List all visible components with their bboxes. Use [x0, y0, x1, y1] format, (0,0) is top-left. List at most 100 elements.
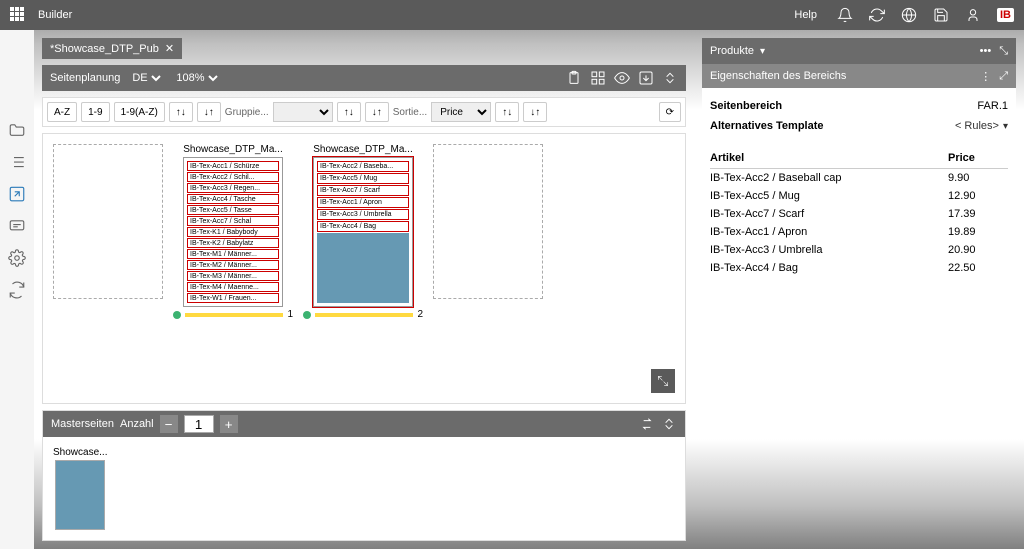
gear-icon[interactable]: [7, 248, 27, 268]
refresh-button[interactable]: ⟳: [659, 102, 681, 122]
cell-price: 12.90: [948, 190, 1008, 202]
grid-icon[interactable]: [590, 70, 606, 86]
divider-icon: ⋮: [980, 70, 991, 83]
page-item: IB-Tex-Acc4 / Bag: [317, 221, 409, 232]
refresh-icon[interactable]: [869, 7, 885, 23]
clipboard-icon[interactable]: [566, 70, 582, 86]
cell-price: 19.89: [948, 226, 1008, 238]
user-icon[interactable]: [965, 7, 981, 23]
increment-button[interactable]: +: [220, 415, 238, 433]
page-item: IB-Tex-Acc2 / Schil...: [187, 172, 279, 182]
sort-asc-icon[interactable]: ↑↓: [169, 102, 193, 122]
left-rail: [0, 30, 34, 549]
sync-icon[interactable]: [7, 280, 27, 300]
eye-icon[interactable]: [614, 70, 630, 86]
cell-artikel: IB-Tex-Acc3 / Umbrella: [710, 244, 948, 256]
page-number: 1: [287, 309, 293, 320]
masters-title: Masterseiten: [51, 418, 114, 430]
export-icon[interactable]: [7, 184, 27, 204]
expand-icon[interactable]: ⤢: [999, 70, 1008, 83]
group-select[interactable]: [273, 102, 333, 122]
sort-label: Sortie...: [393, 107, 427, 118]
col-price: Price: [948, 152, 1008, 164]
empty-page-slot[interactable]: [53, 144, 163, 299]
master-label: Showcase...: [53, 447, 107, 458]
cell-artikel: IB-Tex-Acc5 / Mug: [710, 190, 948, 202]
bell-icon[interactable]: [837, 7, 853, 23]
table-row[interactable]: IB-Tex-Acc3 / Umbrella20.90: [710, 241, 1008, 259]
page-number: 2: [417, 309, 423, 320]
group-asc-icon[interactable]: ↑↓: [337, 102, 361, 122]
status-dot: [303, 311, 311, 319]
page-item: IB-Tex-Acc1 / Apron: [317, 197, 409, 208]
col-artikel: Artikel: [710, 152, 948, 164]
cell-artikel: IB-Tex-Acc4 / Bag: [710, 262, 948, 274]
page-canvas: Showcase_DTP_Ma...IB-Tex-Acc1 / SchürzeI…: [42, 133, 686, 404]
page-thumb[interactable]: IB-Tex-Acc2 / Baseba...IB-Tex-Acc5 / Mug…: [313, 157, 413, 307]
props-header: Eigenschaften des Bereichs ⋮ ⤢: [702, 64, 1016, 88]
status-bar: [185, 313, 283, 317]
group-desc-icon[interactable]: ↓↑: [365, 102, 389, 122]
master-item[interactable]: Showcase...: [53, 447, 107, 530]
swap-icon[interactable]: [639, 416, 655, 432]
chevron-down-icon[interactable]: ▾: [760, 46, 765, 57]
expand-icon[interactable]: [651, 369, 675, 393]
sort-az[interactable]: A-Z: [47, 102, 77, 122]
status-dot: [173, 311, 181, 319]
table-row[interactable]: IB-Tex-Acc4 / Bag22.50: [710, 259, 1008, 277]
group-label: Gruppie...: [225, 107, 269, 118]
page-item: IB-Tex-Acc5 / Mug: [317, 173, 409, 184]
collapse-icon[interactable]: ⤡: [999, 45, 1008, 58]
close-icon[interactable]: ✕: [165, 42, 174, 55]
sort-19[interactable]: 1-9: [81, 102, 109, 122]
zoom-select[interactable]: 108%: [172, 71, 221, 85]
section-value: FAR.1: [977, 100, 1008, 112]
empty-page-slot[interactable]: [433, 144, 543, 299]
save-icon[interactable]: [933, 7, 949, 23]
app-menu-icon[interactable]: [10, 7, 26, 23]
globe-icon[interactable]: [901, 7, 917, 23]
count-label: Anzahl: [120, 418, 154, 430]
page-item: IB-Tex-Acc3 / Umbrella: [317, 209, 409, 220]
planning-header: Seitenplanung DE 108%: [42, 65, 686, 91]
count-input[interactable]: [184, 415, 214, 433]
page-thumb[interactable]: IB-Tex-Acc1 / SchürzeIB-Tex-Acc2 / Schil…: [183, 157, 283, 307]
document-tab[interactable]: *Showcase_DTP_Pub ✕: [42, 38, 182, 59]
field-asc-icon[interactable]: ↑↓: [495, 102, 519, 122]
products-title: Produkte: [710, 45, 754, 57]
decrement-button[interactable]: −: [160, 415, 178, 433]
table-row[interactable]: IB-Tex-Acc5 / Mug12.90: [710, 187, 1008, 205]
cell-artikel: IB-Tex-Acc1 / Apron: [710, 226, 948, 238]
lang-select[interactable]: DE: [128, 71, 164, 85]
help-link[interactable]: Help: [794, 9, 821, 21]
table-row[interactable]: IB-Tex-Acc7 / Scarf17.39: [710, 205, 1008, 223]
import-icon[interactable]: [638, 70, 654, 86]
sort-mixed[interactable]: 1-9(A-Z): [114, 102, 165, 122]
page-item: IB-Tex-M4 / Maenne...: [187, 282, 279, 292]
brand-logo: IB: [997, 8, 1014, 22]
field-desc-icon[interactable]: ↓↑: [523, 102, 547, 122]
sort-field-select[interactable]: Price: [431, 102, 491, 122]
cell-price: 9.90: [948, 172, 1008, 184]
app-title: Builder: [38, 9, 72, 21]
sort-desc-icon[interactable]: ↓↑: [197, 102, 221, 122]
page-item: IB-Tex-K2 / Babylatz: [187, 238, 279, 248]
cell-price: 17.39: [948, 208, 1008, 220]
list-icon[interactable]: [7, 152, 27, 172]
section-label: Seitenbereich: [710, 100, 782, 112]
page-item: IB-Tex-Acc7 / Schal: [187, 216, 279, 226]
comment-icon[interactable]: [7, 216, 27, 236]
cell-price: 20.90: [948, 244, 1008, 256]
more-icon[interactable]: •••: [980, 45, 992, 58]
page-item: IB-Tex-Acc1 / Schürze: [187, 161, 279, 171]
table-row[interactable]: IB-Tex-Acc1 / Apron19.89: [710, 223, 1008, 241]
page-item: IB-Tex-Acc2 / Baseba...: [317, 161, 409, 172]
collapse-icon[interactable]: [662, 70, 678, 86]
table-row[interactable]: IB-Tex-Acc2 / Baseball cap9.90: [710, 169, 1008, 187]
page-item: IB-Tex-Acc7 / Scarf: [317, 185, 409, 196]
template-select[interactable]: < Rules>▾: [955, 120, 1008, 132]
page-item: IB-Tex-M3 / Männer...: [187, 271, 279, 281]
master-thumb: [55, 460, 105, 530]
folder-icon[interactable]: [7, 120, 27, 140]
collapse-icon[interactable]: [661, 416, 677, 432]
